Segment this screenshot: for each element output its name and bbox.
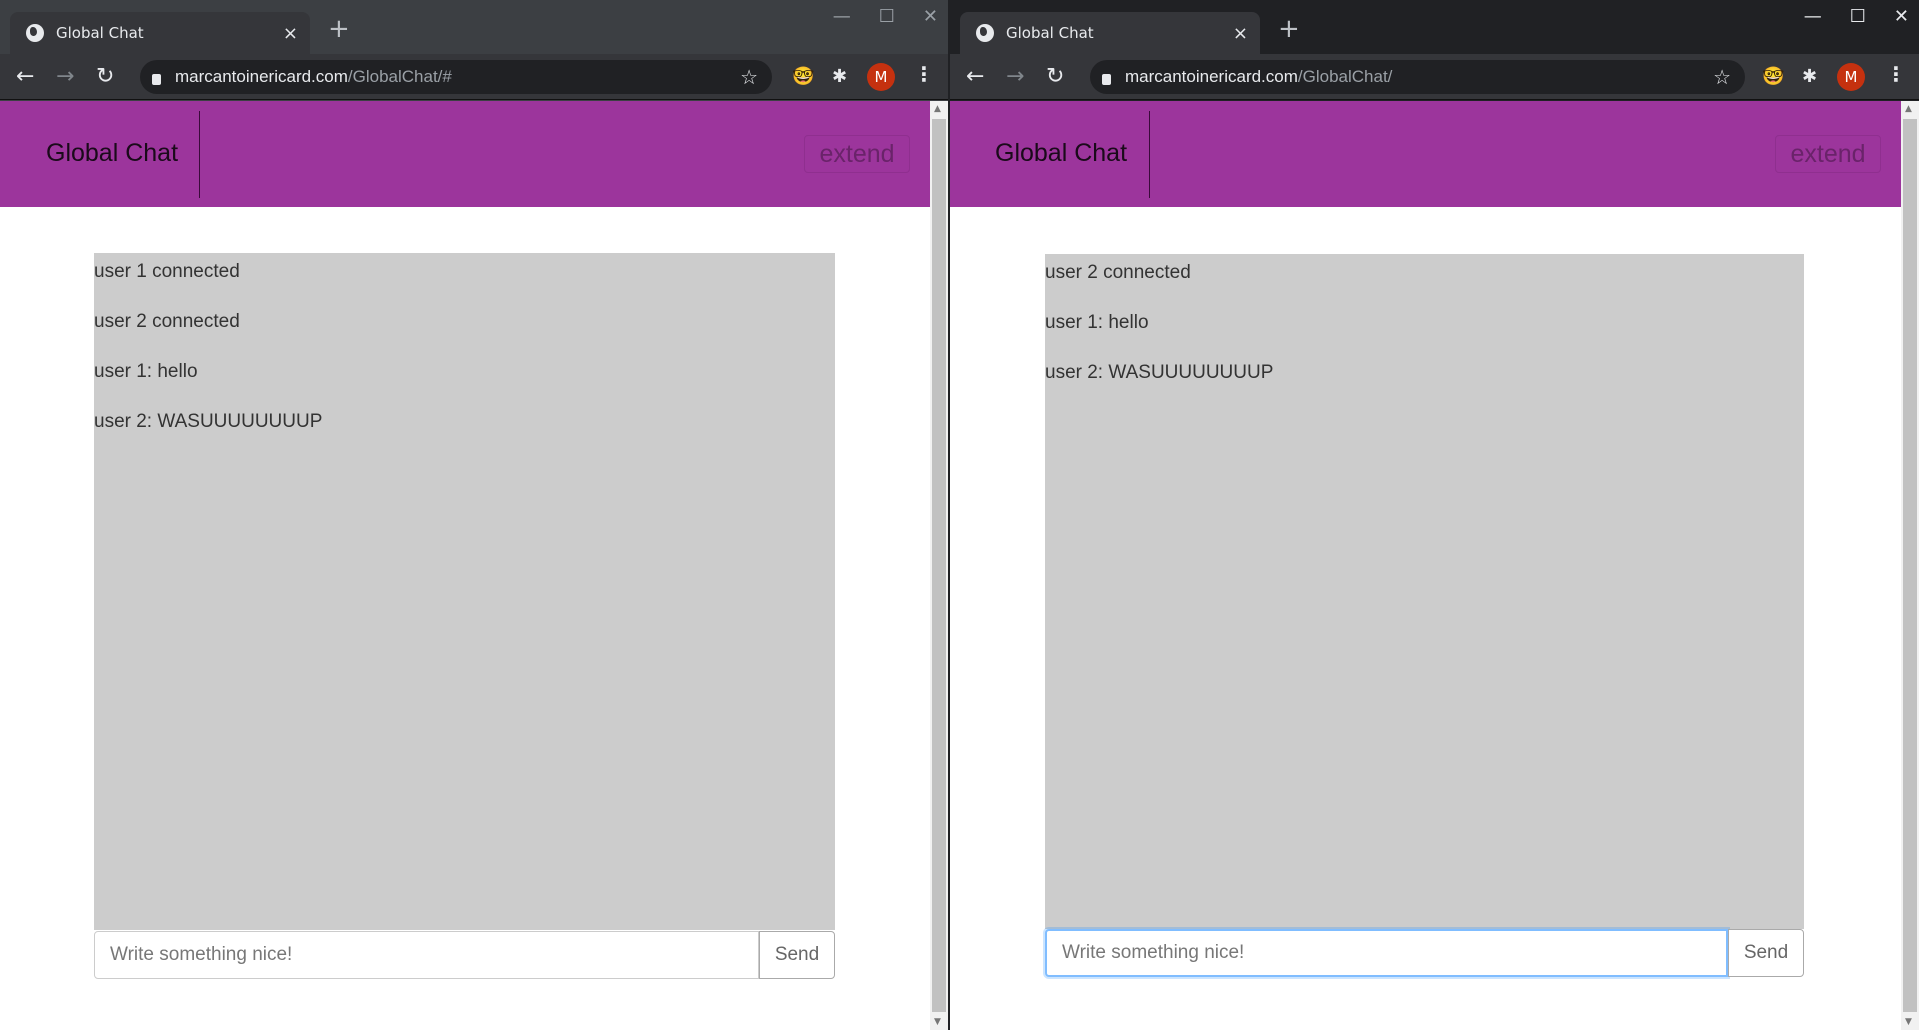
- scroll-up-icon[interactable]: ▲: [934, 104, 941, 114]
- globe-icon: [976, 24, 994, 42]
- close-tab-icon[interactable]: ×: [283, 23, 298, 44]
- navbar-divider: [199, 111, 200, 198]
- scroll-down-icon[interactable]: ▼: [934, 1017, 941, 1027]
- lock-icon: [152, 73, 161, 85]
- message-input[interactable]: [1045, 929, 1728, 977]
- extension-avatar-icon[interactable]: 🤓: [1762, 66, 1784, 87]
- chat-log: user 1 connected user 2 connected user 1…: [94, 253, 835, 930]
- address-bar[interactable]: marcantoinericard.com/GlobalChat/ ☆: [1090, 60, 1745, 94]
- send-button[interactable]: Send: [759, 931, 835, 979]
- address-bar[interactable]: marcantoinericard.com/GlobalChat/# ☆: [140, 60, 772, 94]
- message-input-group: Send: [94, 931, 835, 979]
- close-tab-icon[interactable]: ×: [1233, 23, 1248, 44]
- globe-icon: [26, 24, 44, 42]
- minimize-button[interactable]: —: [833, 6, 851, 27]
- chat-message: user 1: hello: [94, 361, 198, 382]
- window-controls: — ☐ ✕: [833, 6, 938, 27]
- reload-button[interactable]: ↻: [1046, 64, 1064, 89]
- chat-message: user 1: hello: [1045, 312, 1149, 333]
- window-close-button[interactable]: ✕: [1894, 6, 1909, 27]
- back-button[interactable]: ←: [966, 64, 984, 89]
- browser-tab[interactable]: Global Chat ×: [960, 12, 1260, 54]
- browser-toolbar: ← → ↻ marcantoinericard.com/GlobalChat/ …: [950, 54, 1919, 100]
- extend-button[interactable]: extend: [804, 135, 910, 173]
- tab-title: Global Chat: [1006, 24, 1094, 42]
- bookmark-star-icon[interactable]: ☆: [1713, 65, 1731, 90]
- page-content: Global Chat extend user 1 connected user…: [0, 101, 930, 1030]
- url-domain: marcantoinericard.com: [1125, 67, 1298, 86]
- chat-message: user 2 connected: [1045, 262, 1191, 283]
- tab-strip: Global Chat × + — ☐ ✕: [0, 0, 948, 54]
- profile-avatar[interactable]: M: [867, 63, 895, 91]
- new-tab-button[interactable]: +: [328, 14, 350, 44]
- scroll-down-icon[interactable]: ▼: [1905, 1017, 1912, 1027]
- chat-message: user 1 connected: [94, 261, 240, 282]
- url-domain: marcantoinericard.com: [175, 67, 348, 86]
- chat-message: user 2: WASUUUUUUUUP: [1045, 362, 1274, 383]
- url-path: /GlobalChat/: [1297, 67, 1393, 86]
- new-tab-button[interactable]: +: [1278, 14, 1300, 44]
- maximize-button[interactable]: ☐: [879, 6, 895, 27]
- url-path: /GlobalChat/#: [347, 67, 452, 86]
- forward-button[interactable]: →: [56, 64, 74, 89]
- navbar: Global Chat extend: [950, 101, 1901, 207]
- chat-log: user 2 connected user 1: hello user 2: W…: [1045, 254, 1804, 929]
- page-content: Global Chat extend user 2 connected user…: [950, 101, 1901, 1030]
- page-scrollbar[interactable]: ▲ ▼: [1901, 101, 1919, 1030]
- navbar: Global Chat extend: [0, 101, 930, 207]
- chrome-menu-icon[interactable]: ⋮: [914, 62, 934, 86]
- browser-tab[interactable]: Global Chat ×: [10, 12, 310, 54]
- chat-message: user 2 connected: [94, 311, 240, 332]
- navbar-divider: [1149, 111, 1150, 198]
- window-close-button[interactable]: ✕: [923, 6, 938, 27]
- extensions-puzzle-icon[interactable]: ✱: [1802, 66, 1817, 87]
- brand-title[interactable]: Global Chat: [995, 139, 1127, 168]
- scroll-up-icon[interactable]: ▲: [1905, 104, 1912, 114]
- profile-avatar[interactable]: M: [1837, 63, 1865, 91]
- extensions-puzzle-icon[interactable]: ✱: [832, 66, 847, 87]
- chrome-menu-icon[interactable]: ⋮: [1886, 62, 1906, 86]
- brand-title[interactable]: Global Chat: [46, 139, 178, 168]
- maximize-button[interactable]: ☐: [1850, 6, 1866, 27]
- reload-button[interactable]: ↻: [96, 64, 114, 89]
- lock-icon: [1102, 73, 1111, 85]
- tab-strip: Global Chat × + — ☐ ✕: [950, 0, 1919, 54]
- browser-window-user2: Global Chat × + — ☐ ✕ ← → ↻ marcantoiner…: [950, 0, 1919, 1030]
- page-scrollbar[interactable]: ▲ ▼: [930, 101, 948, 1030]
- tab-title: Global Chat: [56, 24, 144, 42]
- scrollbar-thumb[interactable]: [1903, 119, 1917, 1012]
- browser-window-user1: Global Chat × + — ☐ ✕ ← → ↻ marcantoiner…: [0, 0, 948, 1030]
- extend-button[interactable]: extend: [1775, 135, 1881, 173]
- bookmark-star-icon[interactable]: ☆: [740, 65, 758, 90]
- back-button[interactable]: ←: [16, 64, 34, 89]
- extension-avatar-icon[interactable]: 🤓: [792, 66, 814, 87]
- forward-button[interactable]: →: [1006, 64, 1024, 89]
- send-button[interactable]: Send: [1728, 929, 1804, 977]
- window-controls: — ☐ ✕: [1804, 6, 1909, 27]
- minimize-button[interactable]: —: [1804, 6, 1822, 27]
- message-input[interactable]: [94, 931, 759, 979]
- scrollbar-thumb[interactable]: [932, 119, 946, 1012]
- chat-message: user 2: WASUUUUUUUUP: [94, 411, 323, 432]
- browser-toolbar: ← → ↻ marcantoinericard.com/GlobalChat/#…: [0, 54, 948, 100]
- message-input-group: Send: [1045, 929, 1804, 977]
